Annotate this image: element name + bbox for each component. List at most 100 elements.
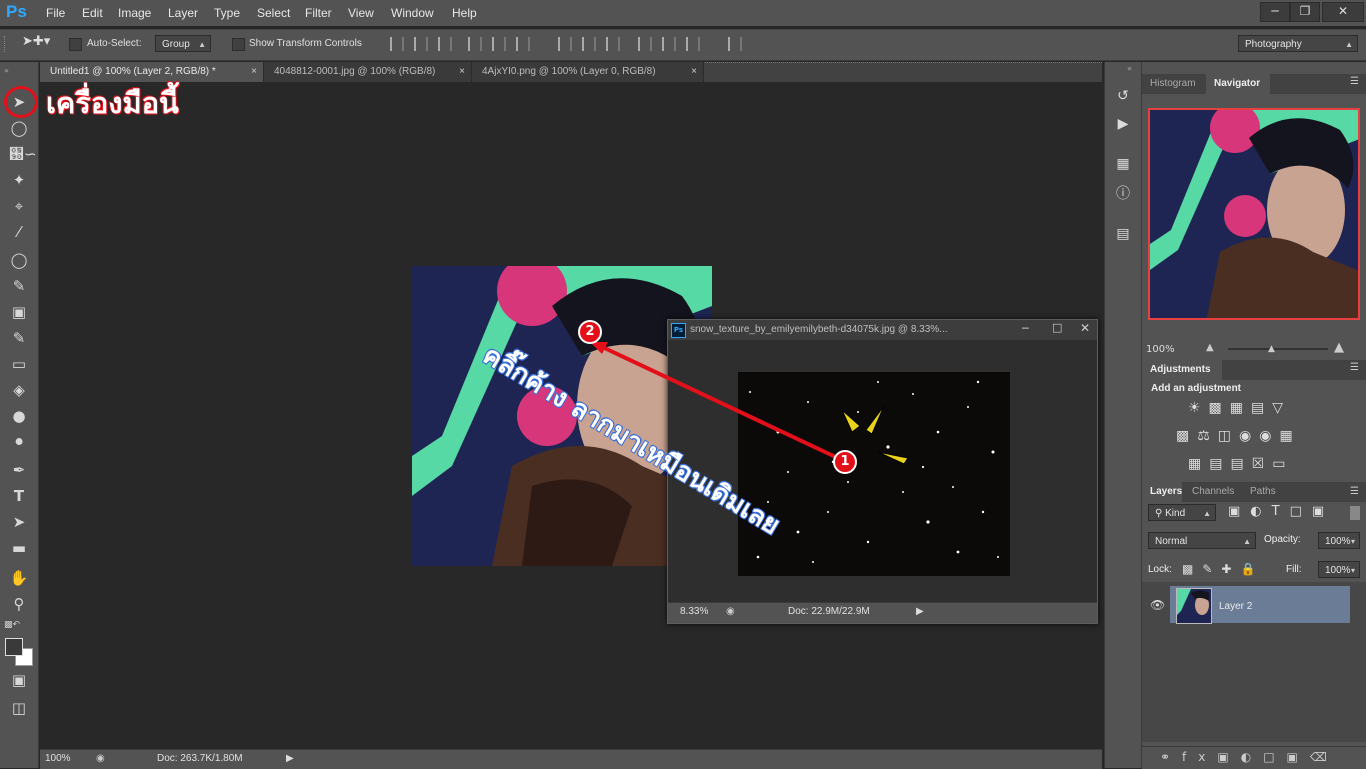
quick-mask-icon[interactable]: ▣ xyxy=(9,670,29,690)
blend-mode-dropdown[interactable]: Normal ▲ xyxy=(1148,532,1256,549)
restore-icon[interactable]: ❐ xyxy=(1290,2,1320,22)
tab-4048812[interactable]: 4048812-0001.jpg @ 100% (RGB/8) × xyxy=(264,62,472,82)
distribute-vcenter-icon[interactable] xyxy=(582,37,596,51)
minimize-icon[interactable]: ─ xyxy=(1260,2,1290,22)
close-icon[interactable]: × xyxy=(691,62,697,82)
expand-icon[interactable]: « xyxy=(1127,64,1132,73)
foreground-color-swatch[interactable] xyxy=(5,638,23,656)
menu-help[interactable]: Help xyxy=(452,6,477,20)
navigator-zoom-value[interactable]: 100% xyxy=(1146,344,1175,355)
menu-select[interactable]: Select xyxy=(257,6,290,20)
menu-file[interactable]: File xyxy=(46,6,65,20)
panel-menu-icon[interactable]: ☰ xyxy=(1350,76,1359,87)
align-bottom-icon[interactable] xyxy=(438,37,452,51)
history-panel-icon[interactable]: ↺ xyxy=(1113,86,1133,106)
history-brush-icon[interactable]: ✎ xyxy=(9,328,29,348)
auto-select-dropdown[interactable]: Group ▲ xyxy=(155,35,211,52)
dodge-tool-icon[interactable]: ⚫ xyxy=(9,432,29,452)
menu-layer[interactable]: Layer xyxy=(168,6,198,20)
collapse-icon[interactable]: » xyxy=(4,66,9,75)
align-hcenter-icon[interactable] xyxy=(492,37,506,51)
auto-select-checkbox[interactable] xyxy=(69,38,82,51)
pen-tool-icon[interactable]: ✒ xyxy=(9,460,29,480)
actions-panel-icon[interactable]: ▶ xyxy=(1113,114,1133,134)
panel-menu-icon[interactable]: ☰ xyxy=(1350,362,1359,373)
type-tool-icon[interactable]: T xyxy=(9,486,29,506)
menu-edit[interactable]: Edit xyxy=(82,6,103,20)
close-icon[interactable]: × xyxy=(251,62,257,82)
tab-adjustments[interactable]: Adjustments xyxy=(1150,364,1211,375)
tab-layers[interactable]: Layers xyxy=(1150,486,1182,497)
tab-paths[interactable]: Paths xyxy=(1250,486,1276,497)
menu-view[interactable]: View xyxy=(348,6,374,20)
paint-bucket-icon[interactable]: ◈ xyxy=(9,380,29,400)
stamp-tool-icon[interactable]: ▣ xyxy=(9,302,29,322)
tab-navigator[interactable]: Navigator xyxy=(1214,78,1260,89)
rectangle-tool-icon[interactable]: ▬ xyxy=(9,538,29,558)
tool-presets-icon[interactable]: ▤ xyxy=(1113,224,1133,244)
lasso-tool-icon[interactable]: ֐∽ xyxy=(9,144,37,164)
fill-input[interactable]: 100% ▾ xyxy=(1318,561,1360,578)
adjustment-icons-row1[interactable]: ☀▩▦▤▽ xyxy=(1188,400,1291,416)
status-menu-arrow-icon[interactable]: ▶ xyxy=(916,606,924,617)
hand-tool-icon[interactable]: ✋ xyxy=(9,568,29,588)
brush-tool-icon[interactable]: ✎ xyxy=(9,276,29,296)
screen-mode-icon[interactable]: ◫ xyxy=(9,698,29,718)
align-left-icon[interactable] xyxy=(468,37,482,51)
zoom-slider-thumb[interactable]: ▲ xyxy=(1268,344,1275,354)
align-right-icon[interactable] xyxy=(516,37,530,51)
zoom-in-mountain-icon[interactable]: ▲ xyxy=(1334,340,1344,355)
float-zoom-value[interactable]: 8.33% xyxy=(680,606,708,617)
info-panel-icon[interactable]: ⓘ xyxy=(1113,184,1133,204)
distribute-top-icon[interactable] xyxy=(558,37,572,51)
workspace-dropdown[interactable]: Photography ▲ xyxy=(1238,35,1358,52)
menu-image[interactable]: Image xyxy=(118,6,151,20)
properties-panel-icon[interactable]: ▦ xyxy=(1113,154,1133,174)
zoom-value[interactable]: 100% xyxy=(45,753,71,764)
move-tool-preset-icon[interactable]: ➤✚▾ xyxy=(22,34,50,49)
healing-brush-icon[interactable]: ◯ xyxy=(9,250,29,270)
align-top-icon[interactable] xyxy=(390,37,404,51)
layer-footer-icons[interactable]: ⚭fx▣◐□▣⌫ xyxy=(1160,750,1339,764)
distribute-right-icon[interactable] xyxy=(686,37,700,51)
tab-channels[interactable]: Channels xyxy=(1192,486,1234,497)
align-vcenter-icon[interactable] xyxy=(414,37,428,51)
tab-histogram[interactable]: Histogram xyxy=(1150,78,1196,89)
zoom-slider-track[interactable] xyxy=(1228,348,1328,350)
status-info-icon[interactable]: ◉ xyxy=(96,753,105,764)
zoom-out-mountain-icon[interactable]: ▲ xyxy=(1206,342,1214,353)
quick-select-tool-icon[interactable]: ✦ xyxy=(9,170,29,190)
tab-4ajxyi0[interactable]: 4AjxYI0.png @ 100% (Layer 0, RGB/8) × xyxy=(472,62,704,82)
marquee-tool-icon[interactable]: ◯ xyxy=(9,118,29,138)
adjustment-icons-row2[interactable]: ▩⚖◫◉◉▦ xyxy=(1176,428,1301,444)
distribute-hcenter-icon[interactable] xyxy=(662,37,676,51)
close-icon[interactable]: × xyxy=(459,62,465,82)
restore-icon[interactable]: □ xyxy=(1052,321,1062,334)
distribute-bottom-icon[interactable] xyxy=(606,37,620,51)
tab-untitled1[interactable]: Untitled1 @ 100% (Layer 2, RGB/8) * × xyxy=(40,62,264,82)
eraser-tool-icon[interactable]: ▭ xyxy=(9,354,29,374)
status-menu-arrow-icon[interactable]: ▶ xyxy=(286,753,294,764)
menu-window[interactable]: Window xyxy=(391,6,434,20)
navigator-preview[interactable] xyxy=(1148,108,1360,320)
panel-menu-icon[interactable]: ☰ xyxy=(1350,486,1359,497)
crop-tool-icon[interactable]: ⌖ xyxy=(9,196,29,216)
auto-align-icon[interactable] xyxy=(728,37,742,51)
blur-tool-icon[interactable]: ● xyxy=(9,406,29,426)
path-select-icon[interactable]: ➤ xyxy=(9,512,29,532)
filter-toggle-icon[interactable] xyxy=(1350,506,1360,520)
zoom-tool-icon[interactable]: ⚲ xyxy=(9,594,29,614)
transform-controls-checkbox[interactable] xyxy=(232,38,245,51)
opacity-input[interactable]: 100% ▾ xyxy=(1318,532,1360,549)
layer-name[interactable]: Layer 2 xyxy=(1219,601,1252,612)
adjustment-icons-row3[interactable]: ▦▤▤☒▭ xyxy=(1188,456,1293,472)
layer-kind-filter[interactable]: ⚲ Kind ▲ xyxy=(1148,504,1216,521)
close-icon[interactable]: ✕ xyxy=(1322,2,1364,22)
default-colors-icon[interactable]: ▩↶ xyxy=(4,620,20,630)
eye-visibility-icon[interactable]: 👁 xyxy=(1150,598,1165,612)
distribute-left-icon[interactable] xyxy=(638,37,652,51)
lock-icons[interactable]: ▩✎✚🔒 xyxy=(1182,562,1264,576)
close-icon[interactable]: ✕ xyxy=(1080,321,1090,335)
layer-filter-icons[interactable]: ▣◐T□▣ xyxy=(1228,504,1334,519)
menu-type[interactable]: Type xyxy=(214,6,240,20)
